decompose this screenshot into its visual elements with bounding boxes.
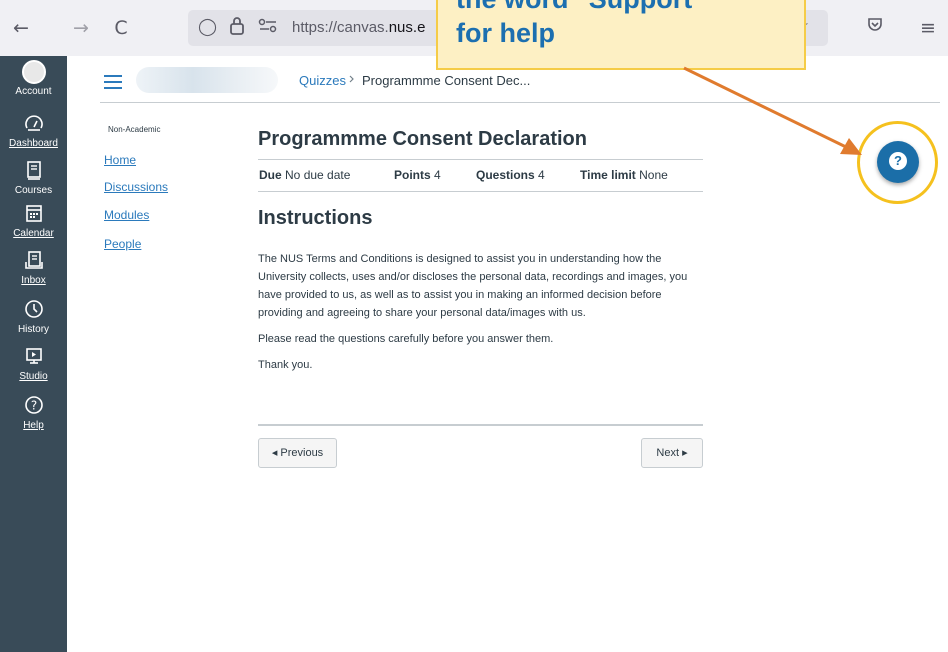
global-nav-label: History	[17, 324, 50, 335]
avatar	[21, 60, 46, 84]
reload-icon[interactable]: C	[109, 16, 133, 40]
quiz-questions: Questions 4	[476, 168, 545, 182]
annotation-callout: the word "Support" for help	[436, 0, 806, 70]
breadcrumb-quizzes[interactable]: Quizzes	[299, 73, 346, 88]
instructions-paragraph: The NUS Terms and Conditions is designed…	[258, 253, 688, 319]
annotation-arrow	[683, 66, 862, 155]
quiz-points: Points 4	[394, 168, 441, 182]
divider	[258, 191, 703, 192]
global-nav-label: Account	[15, 86, 52, 97]
help-circle-icon: ?	[0, 395, 67, 420]
divider	[258, 424, 703, 426]
global-nav-dashboard[interactable]: Dashboard	[0, 113, 67, 150]
global-nav-calendar[interactable]: Calendar	[0, 203, 67, 240]
global-nav-courses[interactable]: Courses	[0, 160, 67, 197]
course-nav-modules[interactable]: Modules	[104, 208, 149, 222]
shield-icon[interactable]: ◯	[198, 17, 217, 37]
course-name-redacted[interactable]	[136, 67, 278, 93]
breadcrumb-current: Programmme Consent Dec...	[362, 73, 531, 88]
course-nav-discussions[interactable]: Discussions	[104, 180, 168, 194]
svg-text:?: ?	[30, 399, 36, 413]
help-button[interactable]: ?	[877, 141, 919, 183]
quiz-due: Due No due date	[259, 168, 351, 182]
courses-book-icon	[0, 160, 67, 185]
breadcrumb-separator-icon	[348, 73, 356, 88]
page-title: Programmme Consent Declaration	[258, 128, 587, 150]
course-menu-toggle-icon[interactable]	[104, 75, 122, 89]
callout-line-1: the word "Support"	[456, 0, 786, 16]
calendar-icon	[0, 203, 67, 228]
history-clock-icon	[0, 299, 67, 324]
inbox-icon	[0, 250, 67, 275]
global-nav-label: Dashboard	[9, 138, 58, 149]
global-nav-help[interactable]: ? Help	[0, 395, 67, 432]
divider	[258, 159, 703, 160]
dashboard-gauge-icon	[0, 113, 67, 138]
permissions-icon[interactable]	[258, 18, 278, 39]
forward-arrow-icon[interactable]: →	[69, 16, 93, 40]
global-nav-account[interactable]: Account	[0, 60, 67, 98]
previous-button[interactable]: ◂ Previous	[258, 438, 337, 468]
instructions-heading: Instructions	[258, 207, 373, 229]
global-nav-history[interactable]: History	[0, 299, 67, 336]
question-mark-icon: ?	[889, 152, 907, 170]
global-nav-label: Inbox	[21, 275, 46, 286]
global-nav-inbox[interactable]: Inbox	[0, 250, 67, 287]
instructions-paragraph: Thank you.	[258, 359, 313, 371]
url-text[interactable]: https://canvas.nus.e	[292, 19, 425, 36]
global-nav-label: Help	[23, 420, 44, 431]
course-nav-home[interactable]: Home	[104, 153, 136, 167]
course-nav-people[interactable]: People	[104, 237, 141, 251]
quiz-time-limit: Time limit None	[580, 168, 668, 182]
global-nav-label: Calendar	[13, 228, 54, 239]
global-nav-label: Courses	[14, 185, 53, 196]
instructions-paragraph: Please read the questions carefully befo…	[258, 333, 554, 345]
next-button[interactable]: Next ▸	[641, 438, 703, 468]
header-divider	[100, 102, 940, 103]
global-nav-studio[interactable]: Studio	[0, 346, 67, 383]
back-arrow-icon[interactable]: ←	[9, 16, 33, 40]
global-nav-label: Studio	[19, 371, 48, 382]
callout-line-2: for help	[456, 18, 555, 48]
course-nav-label: Non-Academic	[108, 125, 161, 134]
global-navigation: Account Dashboard Courses Calendar Inbox…	[0, 56, 67, 652]
lock-icon[interactable]	[228, 16, 246, 41]
arrow-shaft	[683, 66, 847, 149]
browser-menu-icon[interactable]: ≡	[916, 16, 940, 40]
studio-icon	[0, 346, 67, 371]
pocket-icon[interactable]	[863, 15, 887, 39]
